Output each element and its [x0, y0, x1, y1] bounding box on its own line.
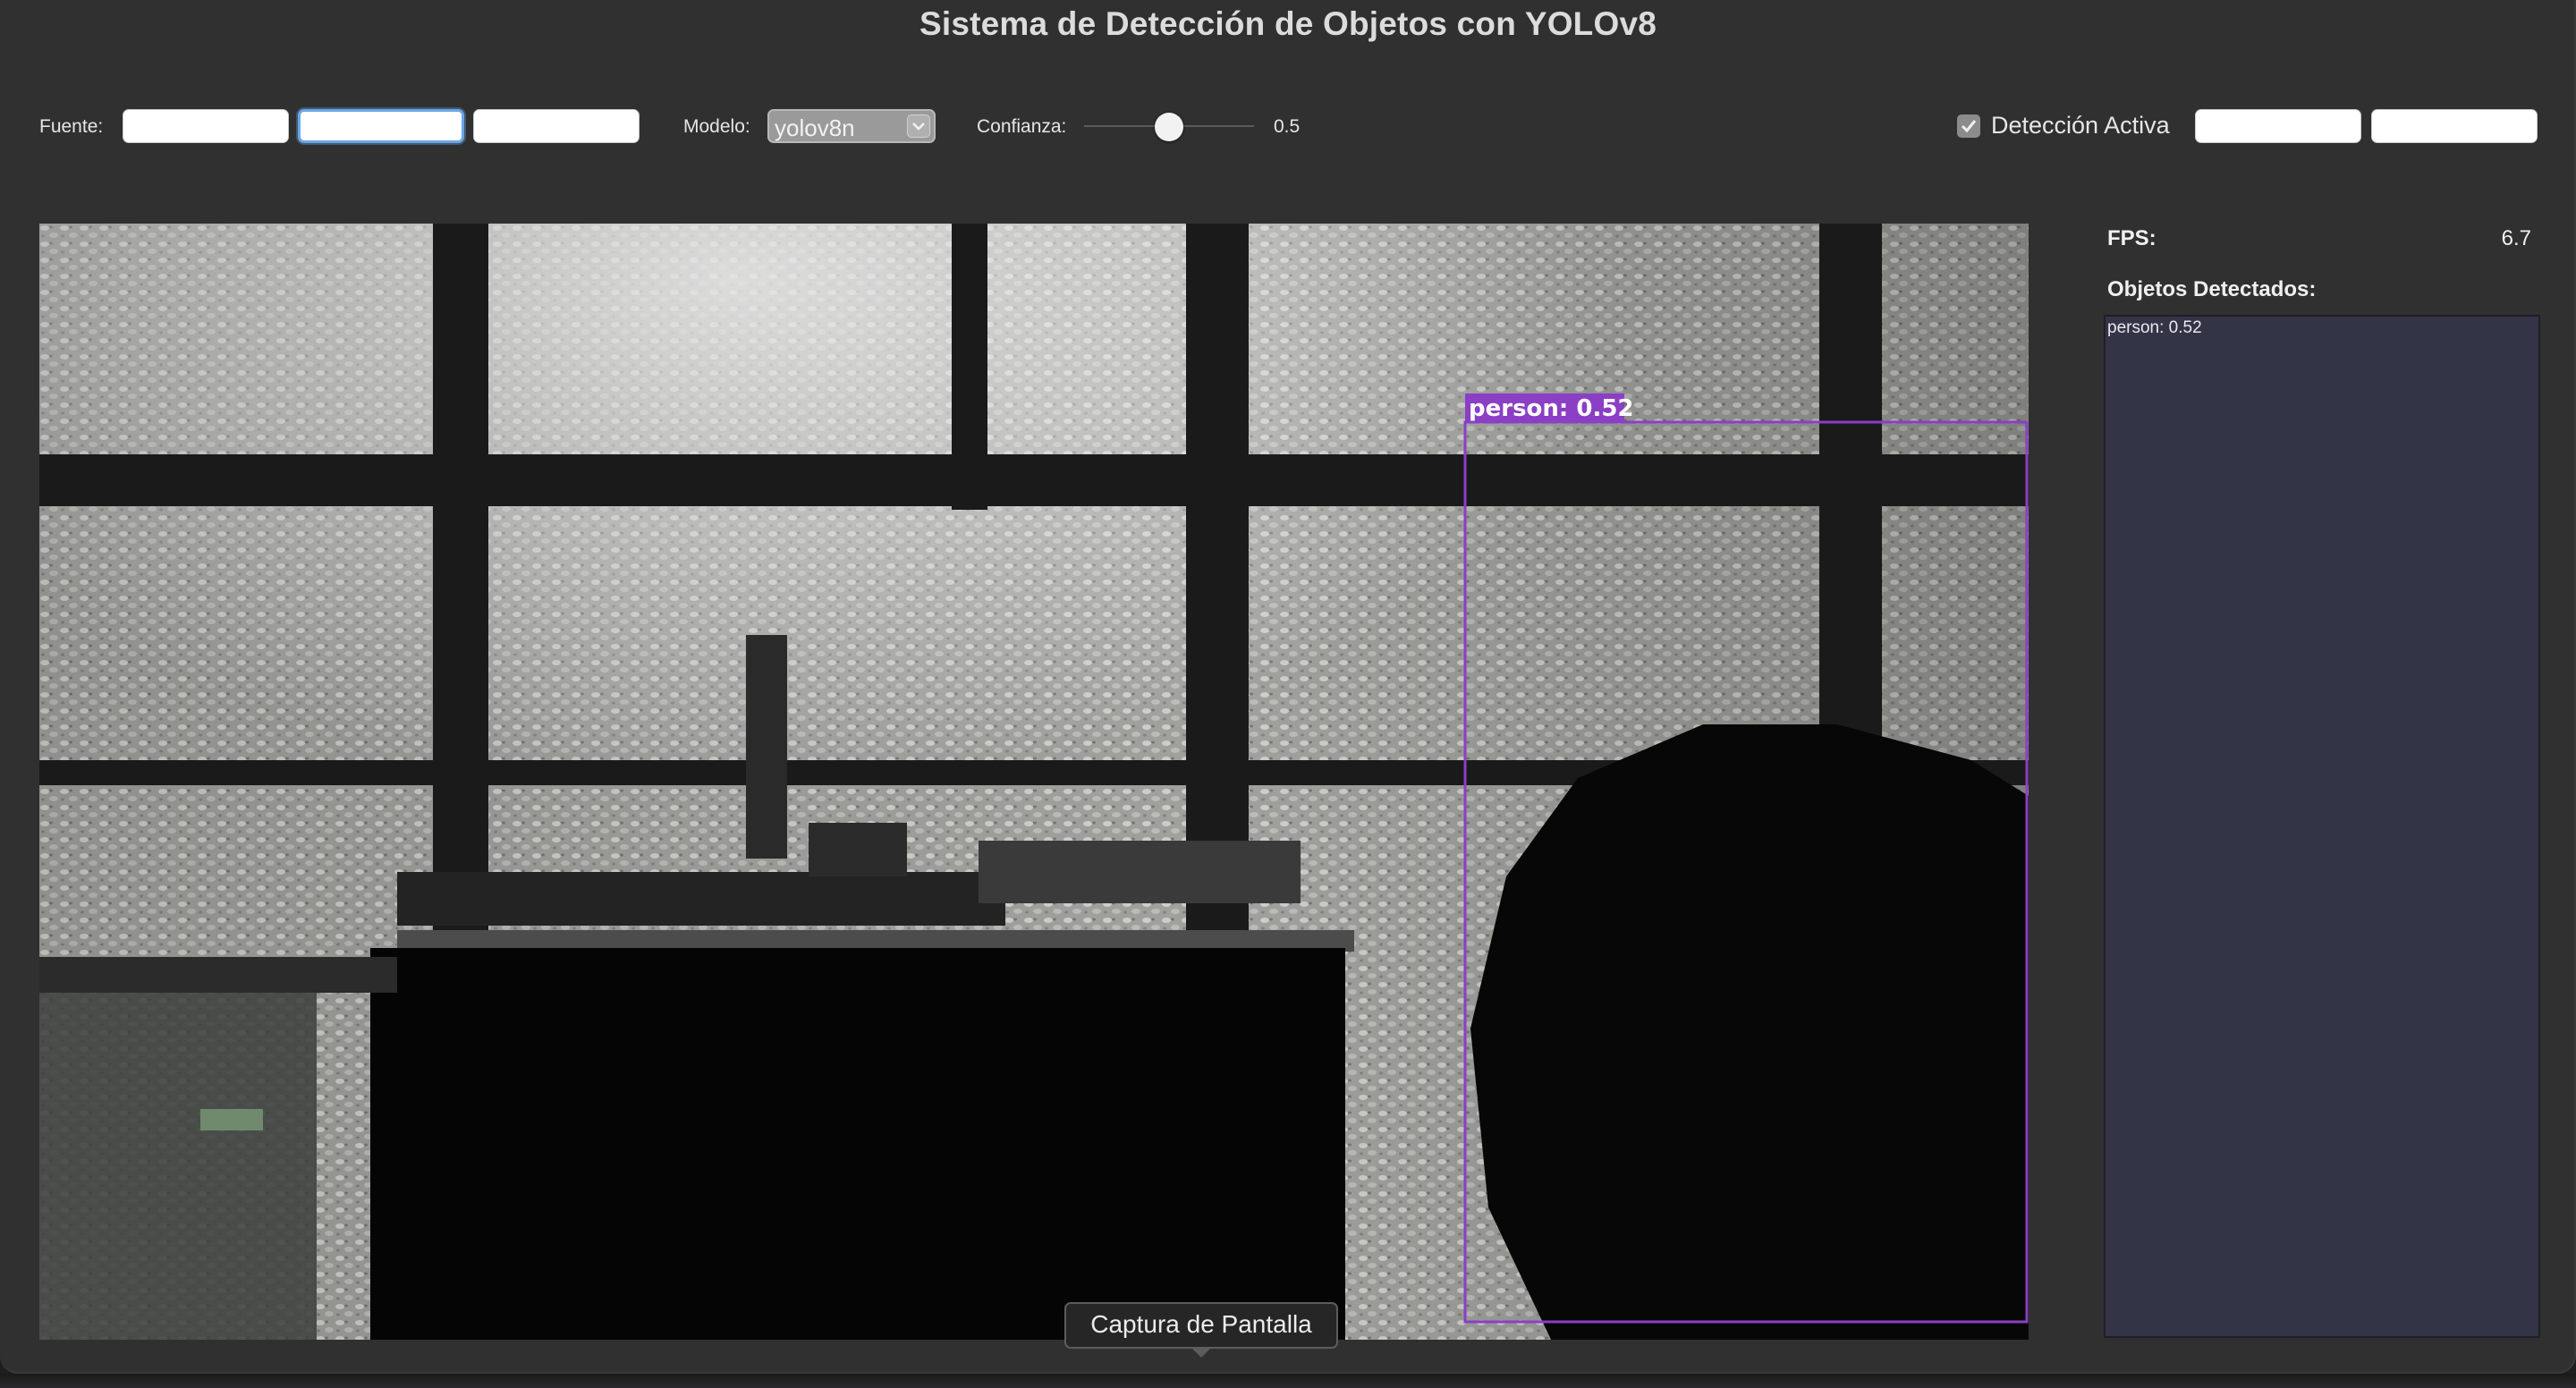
desktop-strip	[0, 1374, 2576, 1388]
confidence-label: Confianza:	[977, 116, 1067, 137]
video-feed: person: 0.52	[39, 224, 2029, 1340]
model-label: Modelo:	[683, 116, 750, 137]
app-window: Sistema de Detección de Objetos con YOLO…	[0, 0, 2576, 1374]
model-select-value: yolov8n	[775, 114, 855, 141]
checkmark-icon	[1961, 120, 1977, 133]
detection-overlay: person: 0.52	[1463, 394, 2029, 1324]
model-select[interactable]: yolov8n	[767, 109, 936, 143]
detection-label: person: 0.52	[1469, 395, 1634, 422]
confidence-slider[interactable]	[1084, 109, 1254, 143]
detection-active-label[interactable]: Detección Activa	[1991, 112, 2170, 140]
window-title: Sistema de Detección de Objetos con YOLO…	[919, 5, 1657, 42]
detected-objects-title: Objetos Detectados:	[2107, 277, 2317, 301]
source-video-button[interactable]	[298, 109, 464, 143]
list-item[interactable]: person: 0.52	[2106, 317, 2538, 338]
detected-objects-list[interactable]: person: 0.52	[2104, 315, 2540, 1338]
tooltip-screenshot: Captura de Pantalla	[1064, 1302, 1338, 1349]
tooltip-tail	[1191, 1347, 1212, 1358]
detection-active-checkbox[interactable]	[1957, 114, 1980, 138]
slider-thumb[interactable]	[1155, 113, 1183, 141]
confidence-value: 0.5	[1274, 116, 1301, 137]
source-label: Fuente:	[39, 116, 104, 137]
action-button-1[interactable]	[2195, 109, 2361, 143]
action-button-2[interactable]	[2371, 109, 2538, 143]
toolbar: Fuente: Modelo: yolov8n Confianza: 0.5 D…	[0, 106, 2576, 147]
source-image-button[interactable]	[473, 109, 640, 143]
fps-value: 6.7	[2501, 226, 2531, 250]
source-camera-button[interactable]	[123, 109, 289, 143]
person-bounding-box	[1463, 420, 2029, 1324]
fps-label: FPS:	[2107, 226, 2157, 250]
chevron-down-icon	[907, 114, 930, 138]
